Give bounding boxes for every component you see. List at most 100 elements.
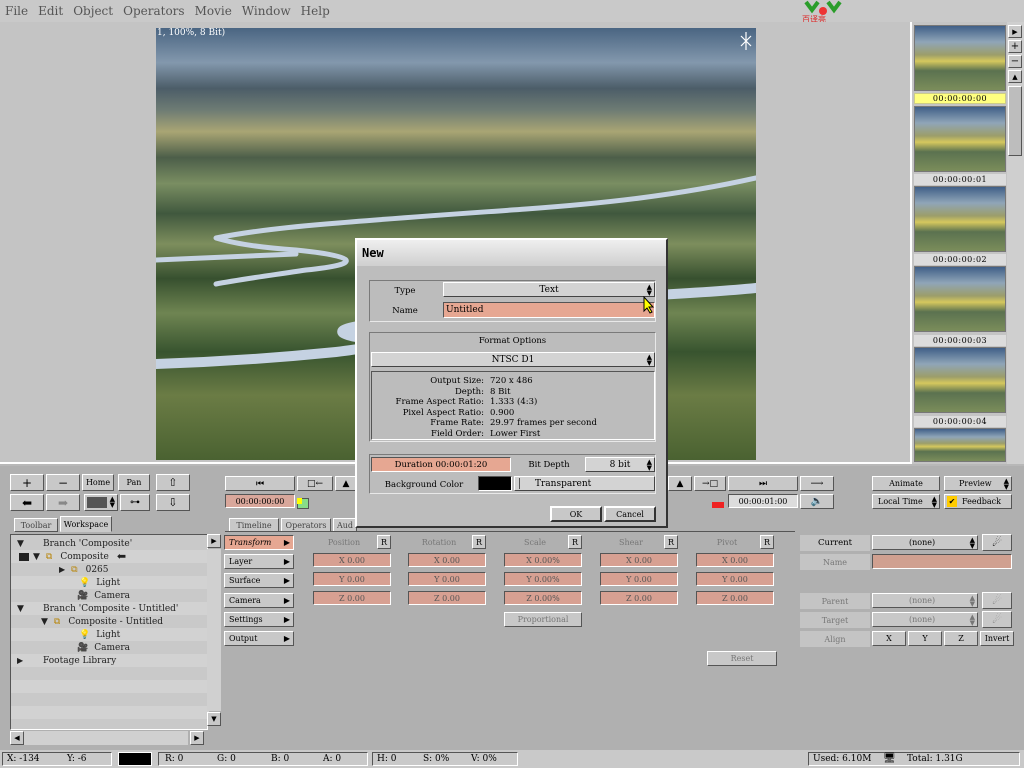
tree-row[interactable]: 💡 Light bbox=[11, 628, 209, 641]
scroll-up-icon[interactable]: ▲ bbox=[1008, 70, 1022, 83]
position-x-field[interactable]: X 0.00 bbox=[313, 553, 391, 567]
go-end-icon[interactable]: ⏭ bbox=[728, 476, 798, 491]
tree-row[interactable]: 🎥 Camera bbox=[11, 589, 209, 602]
zoom-in-icon[interactable]: + bbox=[1008, 40, 1022, 53]
tab-audio[interactable]: Aud bbox=[333, 518, 357, 532]
category-transform[interactable]: Transform ▶ bbox=[224, 535, 294, 550]
thumbnail-frame[interactable] bbox=[914, 106, 1006, 172]
rotation-z-field[interactable]: Z 0.00 bbox=[408, 591, 486, 605]
target-dropdown[interactable]: (none) ▲ ▼ bbox=[872, 612, 978, 627]
menu-edit[interactable]: Edit bbox=[38, 4, 63, 18]
pivot-y-field[interactable]: Y 0.00 bbox=[696, 572, 774, 586]
format-dropdown[interactable]: NTSC D1 ▲ ▼ bbox=[371, 352, 655, 367]
tree-scroll-down-icon[interactable]: ▼ bbox=[207, 712, 221, 726]
animate-button[interactable]: Animate bbox=[872, 476, 940, 491]
align-x-button[interactable]: X bbox=[872, 631, 906, 646]
preview-dropdown[interactable]: Preview ▲ ▼ bbox=[944, 476, 1012, 491]
name-input[interactable]: Untitled bbox=[443, 302, 655, 318]
color-swatch-dropdown[interactable]: ▲ ▼ bbox=[84, 494, 118, 511]
category-camera[interactable]: Camera ▶ bbox=[224, 593, 294, 608]
bit-depth-dropdown[interactable]: 8 bit ▲ ▼ bbox=[585, 457, 655, 472]
target-pick-whip-icon[interactable]: ☄ bbox=[982, 611, 1012, 628]
category-settings[interactable]: Settings ▶ bbox=[224, 612, 294, 627]
shear-z-field[interactable]: Z 0.00 bbox=[600, 591, 678, 605]
pick-whip-icon[interactable]: ☄ bbox=[982, 534, 1012, 551]
audio-icon[interactable]: 🔈 bbox=[800, 494, 834, 509]
position-z-field[interactable]: Z 0.00 bbox=[313, 591, 391, 605]
reset-button[interactable]: Reset bbox=[707, 651, 777, 666]
pivot-x-field[interactable]: X 0.00 bbox=[696, 553, 774, 567]
end-time-field[interactable]: 00:00:01:00 bbox=[728, 494, 798, 508]
arrow-left-icon[interactable]: ⬅ bbox=[10, 494, 44, 511]
thumbnail-frame[interactable] bbox=[914, 186, 1006, 252]
local-time-dropdown[interactable]: Local Time ▲ ▼ bbox=[872, 494, 940, 509]
pan-button[interactable]: Pan bbox=[118, 474, 150, 491]
reset-rotation-button[interactable]: R bbox=[472, 535, 486, 549]
play-icon[interactable]: ⟶ bbox=[800, 476, 834, 491]
object-name-field[interactable] bbox=[872, 554, 1012, 569]
parent-dropdown[interactable]: (none) ▲ ▼ bbox=[872, 593, 978, 608]
workspace-tree[interactable]: ▼ Branch 'Composite' ▼ ⧉ Composite ⬅ ▶ ⧉ 0265 … bbox=[10, 534, 209, 730]
set-out-icon[interactable]: →□ bbox=[694, 476, 726, 491]
shear-x-field[interactable]: X 0.00 bbox=[600, 553, 678, 567]
align-y-button[interactable]: Y bbox=[908, 631, 942, 646]
feedback-checkbox[interactable]: ✔ Feedback bbox=[944, 494, 1012, 509]
plus-button[interactable]: + bbox=[10, 474, 44, 491]
transparent-checkbox[interactable]: Transparent bbox=[514, 476, 655, 491]
thumbnail-frame[interactable] bbox=[914, 428, 1006, 462]
tab-timeline[interactable]: Timeline bbox=[229, 518, 279, 532]
scale-y-field[interactable]: Y 0.00% bbox=[504, 572, 582, 586]
thumbnail-frame[interactable] bbox=[914, 25, 1006, 91]
reset-scale-button[interactable]: R bbox=[568, 535, 582, 549]
position-y-field[interactable]: Y 0.00 bbox=[313, 572, 391, 586]
cancel-button[interactable]: Cancel bbox=[604, 506, 656, 522]
parent-pick-whip-icon[interactable]: ☄ bbox=[982, 592, 1012, 609]
current-time-field[interactable]: 00:00:00:00 bbox=[225, 494, 295, 508]
next-key-icon[interactable]: ▲ bbox=[668, 476, 692, 491]
category-surface[interactable]: Surface ▶ bbox=[224, 573, 294, 588]
tree-scroll-right-icon[interactable]: ▶ bbox=[190, 731, 204, 745]
move-down-icon[interactable]: ⇩ bbox=[156, 494, 190, 511]
move-up-icon[interactable]: ⇧ bbox=[156, 474, 190, 491]
duration-field[interactable]: Duration 00:00:01:20 bbox=[371, 457, 511, 472]
menu-file[interactable]: File bbox=[5, 4, 28, 18]
home-button[interactable]: Home bbox=[82, 474, 114, 491]
category-layer[interactable]: Layer ▶ bbox=[224, 554, 294, 569]
scroll-right-icon[interactable]: ▶ bbox=[1008, 25, 1022, 38]
tree-scroll-left-icon[interactable]: ◀ bbox=[10, 731, 24, 745]
tree-row[interactable]: ▼ Branch 'Composite - Untitled' bbox=[11, 602, 209, 615]
menu-help[interactable]: Help bbox=[301, 4, 330, 18]
tree-scroll-up-icon[interactable]: ▶ bbox=[207, 534, 221, 548]
align-invert-button[interactable]: Invert bbox=[980, 631, 1014, 646]
tab-workspace[interactable]: Workspace bbox=[60, 516, 112, 532]
scale-x-field[interactable]: X 0.00% bbox=[504, 553, 582, 567]
reset-shear-button[interactable]: R bbox=[664, 535, 678, 549]
go-start-icon[interactable]: ⏮ bbox=[225, 476, 295, 491]
reset-position-button[interactable]: R bbox=[377, 535, 391, 549]
prev-key-icon[interactable]: ▲ bbox=[335, 476, 357, 491]
rotation-y-field[interactable]: Y 0.00 bbox=[408, 572, 486, 586]
pivot-z-field[interactable]: Z 0.00 bbox=[696, 591, 774, 605]
current-dropdown[interactable]: (none) ▲ ▼ bbox=[872, 535, 978, 550]
minus-button[interactable]: − bbox=[46, 474, 80, 491]
scroll-thumb[interactable] bbox=[1008, 86, 1022, 156]
zoom-out-icon[interactable]: − bbox=[1008, 55, 1022, 68]
type-dropdown[interactable]: Text ▲ ▼ bbox=[443, 282, 655, 297]
tree-vscroll-track[interactable] bbox=[207, 549, 221, 711]
tree-row[interactable]: 💡 Light bbox=[11, 576, 209, 589]
tree-row[interactable]: ▶ ⧉ 0265 bbox=[11, 563, 209, 576]
tree-row[interactable]: ▼ ⧉ Composite ⬅ bbox=[11, 550, 209, 563]
tab-toolbar[interactable]: Toolbar bbox=[14, 518, 58, 532]
menu-movie[interactable]: Movie bbox=[195, 4, 232, 18]
scale-z-field[interactable]: Z 0.00% bbox=[504, 591, 582, 605]
tree-row[interactable]: 🎥 Camera bbox=[11, 641, 209, 654]
thumbnail-frame[interactable] bbox=[914, 347, 1006, 413]
menu-window[interactable]: Window bbox=[242, 4, 291, 18]
reset-pivot-button[interactable]: R bbox=[760, 535, 774, 549]
tree-row[interactable]: ▼ Branch 'Composite' bbox=[11, 537, 209, 550]
tab-operators[interactable]: Operators bbox=[281, 518, 331, 532]
shear-y-field[interactable]: Y 0.00 bbox=[600, 572, 678, 586]
menu-object[interactable]: Object bbox=[73, 4, 113, 18]
background-color-swatch[interactable] bbox=[478, 476, 512, 491]
align-z-button[interactable]: Z bbox=[944, 631, 978, 646]
